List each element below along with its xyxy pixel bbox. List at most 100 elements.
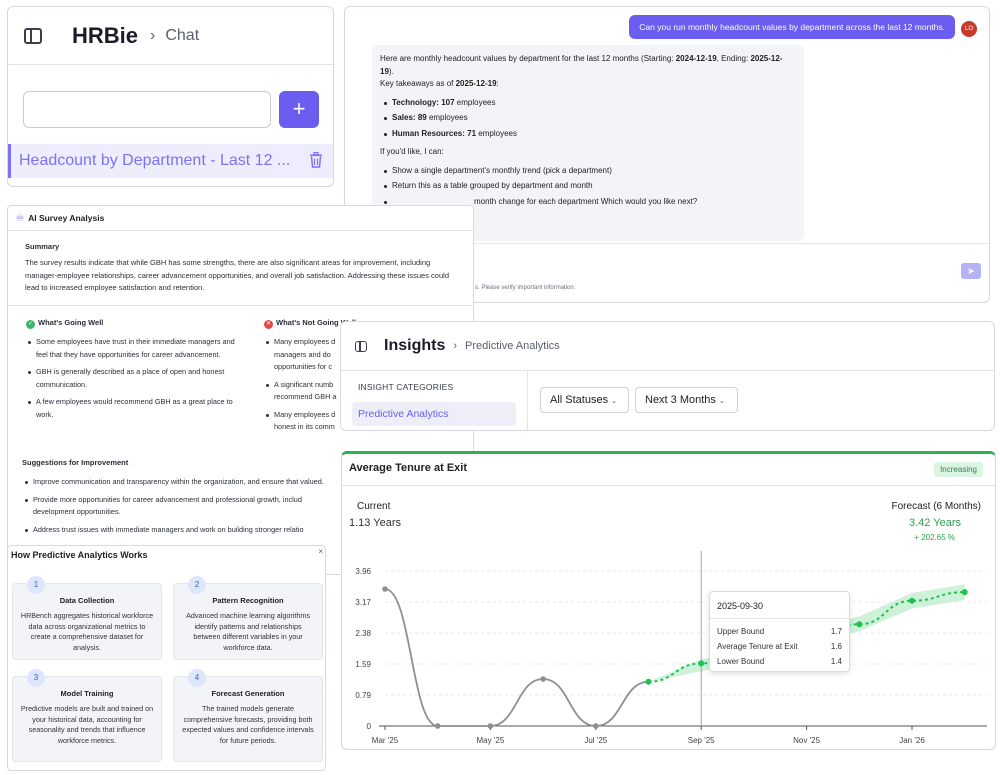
step-card: 2 Pattern Recognition Advanced machine l… [173,576,323,660]
how-it-works-panel: How Predictive Analytics Works × 1 Data … [7,545,326,771]
trash-icon[interactable] [309,152,323,168]
step-desc: Predictive models are built and trained … [20,704,154,745]
y-tick-label: 3.17 [355,598,371,607]
forecast-point [961,589,968,596]
x-tick-label: Sep '25 [688,736,715,745]
step-title: Pattern Recognition [212,596,284,605]
forecast-point [645,678,652,685]
step-card: 3 Model Training Predictive models are b… [12,669,162,762]
chevron-down-icon: ⌄ [718,398,725,405]
x-tick-label: May '25 [477,736,505,745]
x-tick-label: Nov '25 [793,736,820,745]
sidebar-toggle-icon[interactable] [24,27,42,44]
summary-heading: Summary [25,242,60,251]
y-tick-label: 0.79 [355,691,371,700]
breadcrumb: Predictive Analytics [465,340,560,352]
period-filter-select[interactable]: Next 3 Months ⌄ [635,387,738,413]
chat-history-label: Headcount by Department - Last 12 ... [19,152,289,169]
list-item: Some employees have trust in their immed… [26,336,236,361]
page-title: Insights [384,337,446,354]
app-title: HRBie [72,22,139,48]
actual-series-line [384,588,649,727]
list-item: Many employees d managers and do opportuni… [264,336,344,374]
category-column: INSIGHT CATEGORIES Predictive Analytics [341,371,528,430]
stat-item: Human Resources: 71 employees [384,128,796,141]
y-tick-label: 0 [367,722,372,731]
close-icon[interactable]: × [318,547,323,556]
chat-history-item[interactable]: Headcount by Department - Last 12 ... [8,144,333,178]
going-well-list: Some employees have trust in their immed… [26,336,236,426]
chevron-right-icon: › [453,340,458,352]
new-chat-row: + [23,91,319,128]
stat-item: Technology: 107 employees [384,97,796,110]
reply-intro: Here are monthly headcount values by dep… [380,54,783,76]
list-item: Many employees d honest in its comm [264,409,344,434]
x-tick-label: Jan '26 [899,736,925,745]
step-number: 4 [188,669,206,687]
new-chat-input[interactable] [23,91,271,128]
forecast-point [698,660,705,667]
list-item: A significant numb recommend GBH a [264,379,344,404]
step-card: 4 Forecast Generation The trained models… [173,669,323,762]
tenure-chart-card: Average Tenure at Exit Increasing Curren… [341,451,996,750]
forecast-point [856,621,863,628]
actual-point [540,676,546,682]
tenure-line-chart[interactable]: 0 0.79 1.59 2.38 3.17 3.96 Mar '25 May '25 Jul '… [342,454,996,750]
survey-header: ♾ AI Survey Analysis [8,206,473,230]
step-title: Data Collection [59,596,115,605]
y-tick-label: 3.96 [355,567,371,576]
chevron-down-icon: ⌄ [611,398,617,405]
list-item: Address trust issues with immediate mana… [23,524,343,537]
step-desc: Advanced machine learning algorithms ide… [186,611,310,652]
forecast-point [909,597,915,604]
avatar[interactable]: LO [961,21,977,37]
breadcrumb: Chat [165,26,200,44]
going-well-heading: ✓ What's Going Well [26,318,104,329]
tooltip-row: Upper Bound 1.7 [717,627,842,636]
list-item: GBH is generally described as a place of… [26,366,236,391]
send-button[interactable]: ➤ [961,263,981,279]
stat-item: Sales: 89 employees [384,112,796,125]
step-number: 2 [188,576,206,594]
step-card: 1 Data Collection HRBench aggregates his… [12,576,162,660]
y-tick-label: 2.38 [355,629,371,638]
tooltip-row: Average Tenure at Exit 1.6 [717,642,842,651]
how-title: How Predictive Analytics Works [11,550,148,560]
suggestions-list: Improve communication and transparency w… [23,476,343,541]
chart-tooltip: 2025-09-30 Upper Bound 1.7 Average Tenure… [709,591,850,672]
step-desc: The trained models generate comprehensiv… [182,704,314,745]
status-filter-select[interactable]: All Statuses ⌄ [540,387,629,413]
actual-point [434,723,441,729]
tooltip-row: Lower Bound 1.4 [717,657,842,666]
tooltip-date: 2025-09-30 [717,601,764,611]
category-heading: INSIGHT CATEGORIES [358,382,454,392]
option-item: Return this as a table grouped by depart… [384,180,796,193]
step-number: 1 [27,576,45,594]
actual-point [382,586,388,592]
user-message: Can you run monthly headcount values by … [629,15,955,39]
not-going-well-list: Many employees d managers and do opportuni… [264,336,344,439]
option-item: Show a single department's monthly trend… [384,165,796,178]
list-item: A few employees would recommend GBH as a… [26,396,236,421]
y-tick-label: 1.59 [355,660,371,669]
new-chat-button[interactable]: + [279,91,319,128]
list-item: Improve communication and transparency w… [23,476,343,489]
step-title: Forecast Generation [211,689,285,698]
ai-sparkle-icon: ♾ [16,212,25,223]
reply-takeaways: Key takeaways as of 2025-12-19: [380,79,499,88]
step-number: 3 [27,669,45,687]
chat-sidebar: HRBie › Chat + Headcount by Department -… [7,6,334,187]
insights-header: Insights › Predictive Analytics [341,322,994,371]
sidebar-toggle-icon[interactable] [355,340,367,352]
reply-offer: If you'd like, I can: [380,147,444,156]
list-item: Provide more opportunities for career ad… [23,494,343,519]
sidebar-header: HRBie › Chat [8,7,333,65]
x-tick-label: Mar '25 [372,736,399,745]
actual-point [487,723,494,729]
chevron-right-icon: › [150,26,156,44]
category-item-predictive-analytics[interactable]: Predictive Analytics [352,402,516,426]
suggestions-heading: Suggestions for Improvement [22,458,129,467]
survey-title: AI Survey Analysis [28,213,105,223]
disclaimer: s. Please verify important information. [475,285,576,291]
step-title: Model Training [60,689,114,698]
